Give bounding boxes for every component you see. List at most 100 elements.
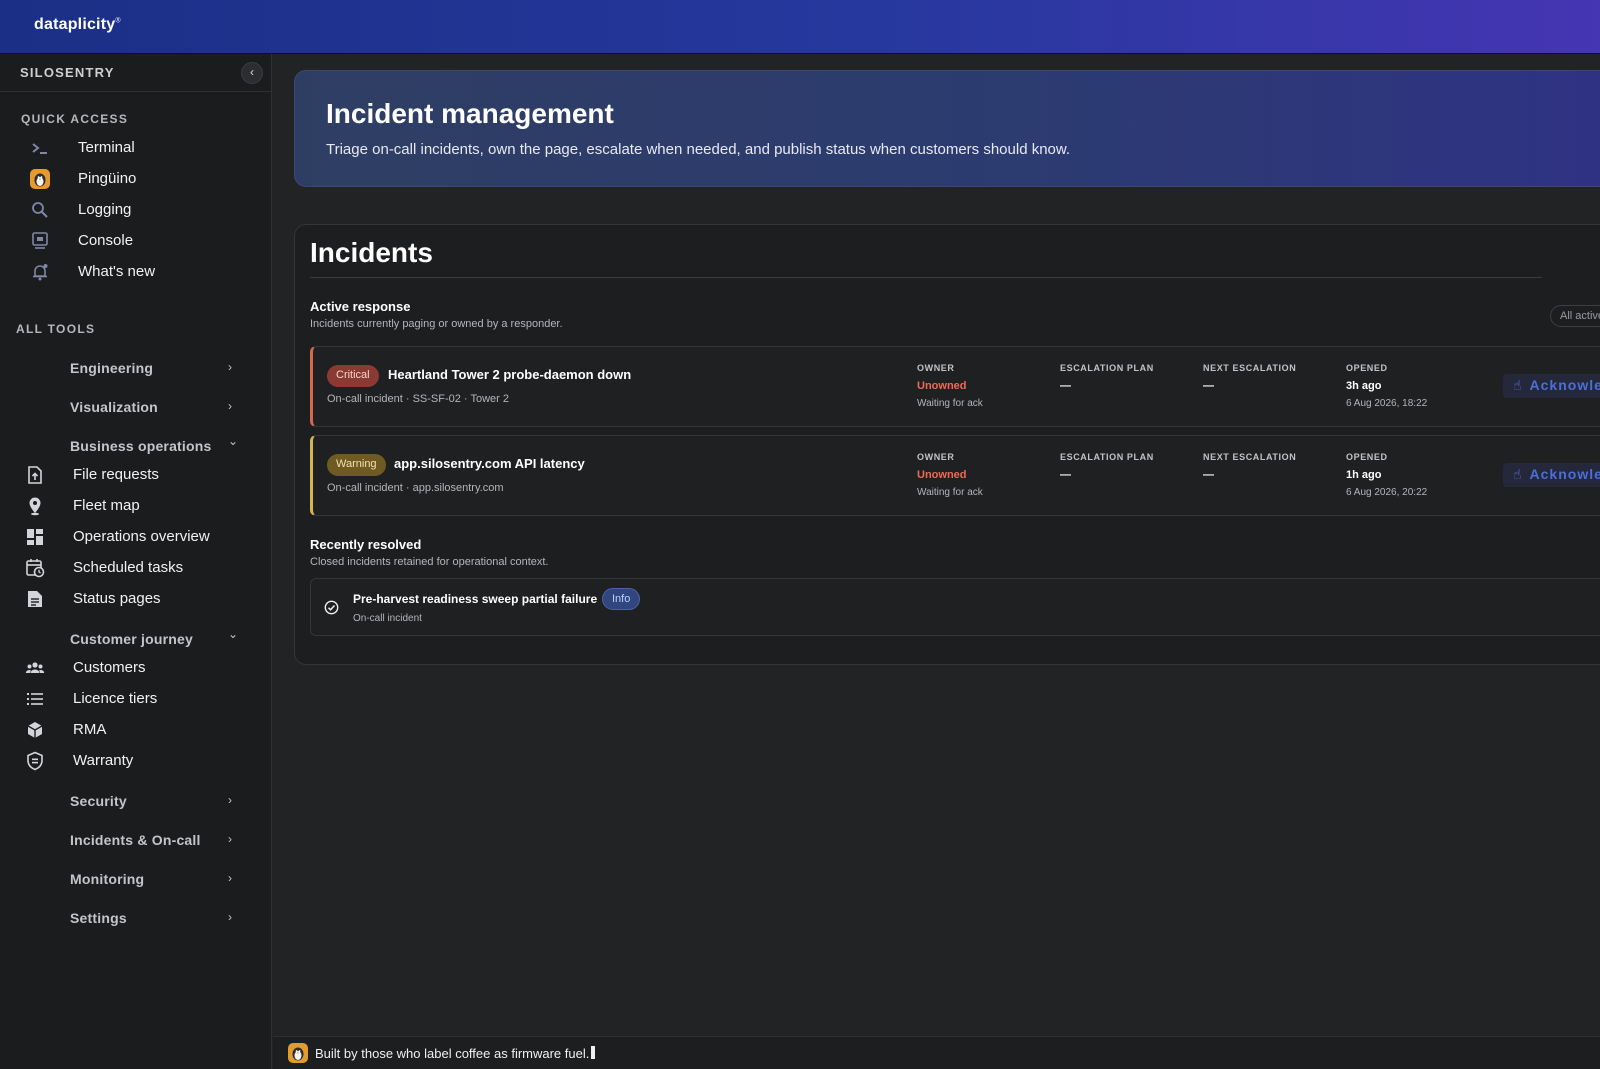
opened-timestamp: 6 Aug 2026, 20:22: [1346, 487, 1428, 498]
incidents-title: Incidents: [310, 237, 433, 268]
recently-resolved-title: Recently resolved: [310, 537, 422, 552]
incident-row[interactable]: Warning app.silosentry.com API latency O…: [310, 435, 1600, 516]
org-header: SILOSENTRY ‹: [0, 54, 272, 92]
owner-value: Unowned: [917, 469, 967, 481]
footer-tagline: Built by those who label coffee as firmw…: [315, 1046, 596, 1061]
acknowledge-button[interactable]: ☝Acknowledge: [1503, 463, 1600, 487]
incident-title[interactable]: Heartland Tower 2 probe-daemon down: [388, 367, 631, 382]
active-filter-pill[interactable]: All active: [1550, 305, 1600, 327]
sidebar-item-fleet-map[interactable]: Fleet map: [0, 492, 272, 520]
sidebar-group-business-operations[interactable]: Business operations ⌄: [0, 432, 272, 460]
terminal-icon: [30, 138, 50, 158]
page-title: Incident management: [326, 98, 614, 129]
sidebar-item-operations-overview[interactable]: Operations overview: [0, 523, 272, 551]
brand-logo[interactable]: dataplicity®: [34, 16, 121, 34]
map-pin-icon: [25, 496, 45, 516]
sidebar-group-customer-journey[interactable]: Customer journey ⌄: [0, 625, 272, 653]
sidebar-item-whats-new[interactable]: What's new: [20, 259, 260, 285]
sidebar-group-security[interactable]: Security ›: [0, 787, 272, 815]
penguin-icon: [288, 1043, 308, 1063]
owner-status: Waiting for ack: [917, 487, 983, 498]
penguin-icon: [30, 169, 50, 189]
chevron-down-icon: ⌄: [228, 627, 239, 641]
search-icon: [30, 200, 50, 220]
all-tools-label: ALL TOOLS: [16, 322, 96, 336]
active-response-description: Incidents currently paging or owned by a…: [310, 318, 563, 330]
chevron-right-icon: ›: [228, 832, 232, 846]
chevron-right-icon: ›: [228, 793, 232, 807]
sidebar-item-pinguino[interactable]: Pingüino: [20, 166, 260, 192]
top-bar: dataplicity®: [0, 0, 1600, 54]
resolved-incident-meta: On-call incident: [353, 613, 422, 624]
incident-meta: On-call incident · SS-SF-02 · Tower 2: [327, 393, 509, 405]
sidebar-item-logging[interactable]: Logging: [20, 197, 260, 223]
chevron-right-icon: ›: [228, 871, 232, 885]
acknowledge-button[interactable]: ☝Acknowledge: [1503, 374, 1600, 398]
dashboard-icon: [25, 527, 45, 547]
opened-value: 3h ago: [1346, 380, 1382, 392]
sidebar-item-rma[interactable]: RMA: [0, 716, 272, 744]
check-circle-icon: [324, 600, 339, 615]
escalation-plan-value: —: [1060, 380, 1071, 392]
quick-access-label: QUICK ACCESS: [21, 112, 129, 126]
opened-timestamp: 6 Aug 2026, 18:22: [1346, 398, 1428, 409]
active-response-title: Active response: [310, 299, 411, 314]
severity-badge: Info: [602, 588, 641, 610]
bell-icon: [30, 262, 50, 282]
users-icon: [25, 658, 45, 678]
collapse-sidebar-button[interactable]: ‹: [241, 62, 263, 84]
opened-label: OPENED: [1346, 452, 1388, 462]
next-escalation-value: —: [1203, 469, 1214, 481]
sidebar-group-visualization[interactable]: Visualization ›: [0, 393, 272, 421]
hand-icon: ☝: [1513, 377, 1523, 393]
escalation-plan-value: —: [1060, 469, 1071, 481]
list-icon: [25, 689, 45, 709]
sidebar-item-customers[interactable]: Customers: [0, 654, 272, 682]
escalation-plan-label: ESCALATION PLAN: [1060, 452, 1154, 462]
chevron-right-icon: ›: [228, 910, 232, 924]
owner-label: OWNER: [917, 452, 955, 462]
sidebar-item-terminal[interactable]: Terminal: [20, 135, 260, 161]
chevron-right-icon: ›: [228, 399, 232, 413]
next-escalation-value: —: [1203, 380, 1214, 392]
sidebar-item-file-requests[interactable]: File requests: [0, 461, 272, 489]
sidebar: SILOSENTRY ‹ QUICK ACCESS Terminal Pingü…: [0, 54, 272, 1069]
sidebar-item-warranty[interactable]: Warranty: [0, 747, 272, 775]
resolved-incident-row[interactable]: Pre-harvest readiness sweep partial fail…: [310, 578, 1600, 636]
divider: [310, 277, 1542, 278]
shield-icon: [25, 751, 45, 771]
box-icon: [25, 720, 45, 740]
footer-bar: Built by those who label coffee as firmw…: [273, 1036, 1600, 1069]
chevron-right-icon: ›: [228, 360, 232, 374]
sidebar-group-settings[interactable]: Settings ›: [0, 904, 272, 932]
chevron-down-icon: ⌄: [228, 434, 239, 448]
next-escalation-label: NEXT ESCALATION: [1203, 363, 1297, 373]
hand-icon: ☝: [1513, 466, 1523, 482]
opened-value: 1h ago: [1346, 469, 1382, 481]
recently-resolved-description: Closed incidents retained for operationa…: [310, 556, 549, 568]
sidebar-item-console[interactable]: Console: [20, 228, 260, 254]
owner-value: Unowned: [917, 380, 967, 392]
page-header-banner: Incident management Triage on-call incid…: [294, 70, 1600, 187]
sidebar-item-status-pages[interactable]: Status pages: [0, 585, 272, 613]
incidents-panel: Incidents Active response Incidents curr…: [294, 224, 1600, 665]
sidebar-item-licence-tiers[interactable]: Licence tiers: [0, 685, 272, 713]
owner-status: Waiting for ack: [917, 398, 983, 409]
text-cursor: [591, 1046, 596, 1059]
sidebar-group-monitoring[interactable]: Monitoring ›: [0, 865, 272, 893]
incident-title[interactable]: app.silosentry.com API latency: [394, 456, 585, 471]
sidebar-group-incidents-oncall[interactable]: Incidents & On-call ›: [0, 826, 272, 854]
owner-label: OWNER: [917, 363, 955, 373]
incident-row[interactable]: Critical Heartland Tower 2 probe-daemon …: [310, 346, 1600, 427]
escalation-plan-label: ESCALATION PLAN: [1060, 363, 1154, 373]
incident-meta: On-call incident · app.silosentry.com: [327, 482, 504, 494]
document-icon: [25, 589, 45, 609]
file-upload-icon: [25, 465, 45, 485]
opened-label: OPENED: [1346, 363, 1388, 373]
sidebar-item-scheduled-tasks[interactable]: Scheduled tasks: [0, 554, 272, 582]
next-escalation-label: NEXT ESCALATION: [1203, 452, 1297, 462]
severity-badge: Warning: [327, 454, 386, 476]
resolved-incident-title[interactable]: Pre-harvest readiness sweep partial fail…: [353, 592, 597, 606]
sidebar-group-engineering[interactable]: Engineering ›: [0, 354, 272, 382]
page-subtitle: Triage on-call incidents, own the page, …: [326, 141, 1071, 158]
